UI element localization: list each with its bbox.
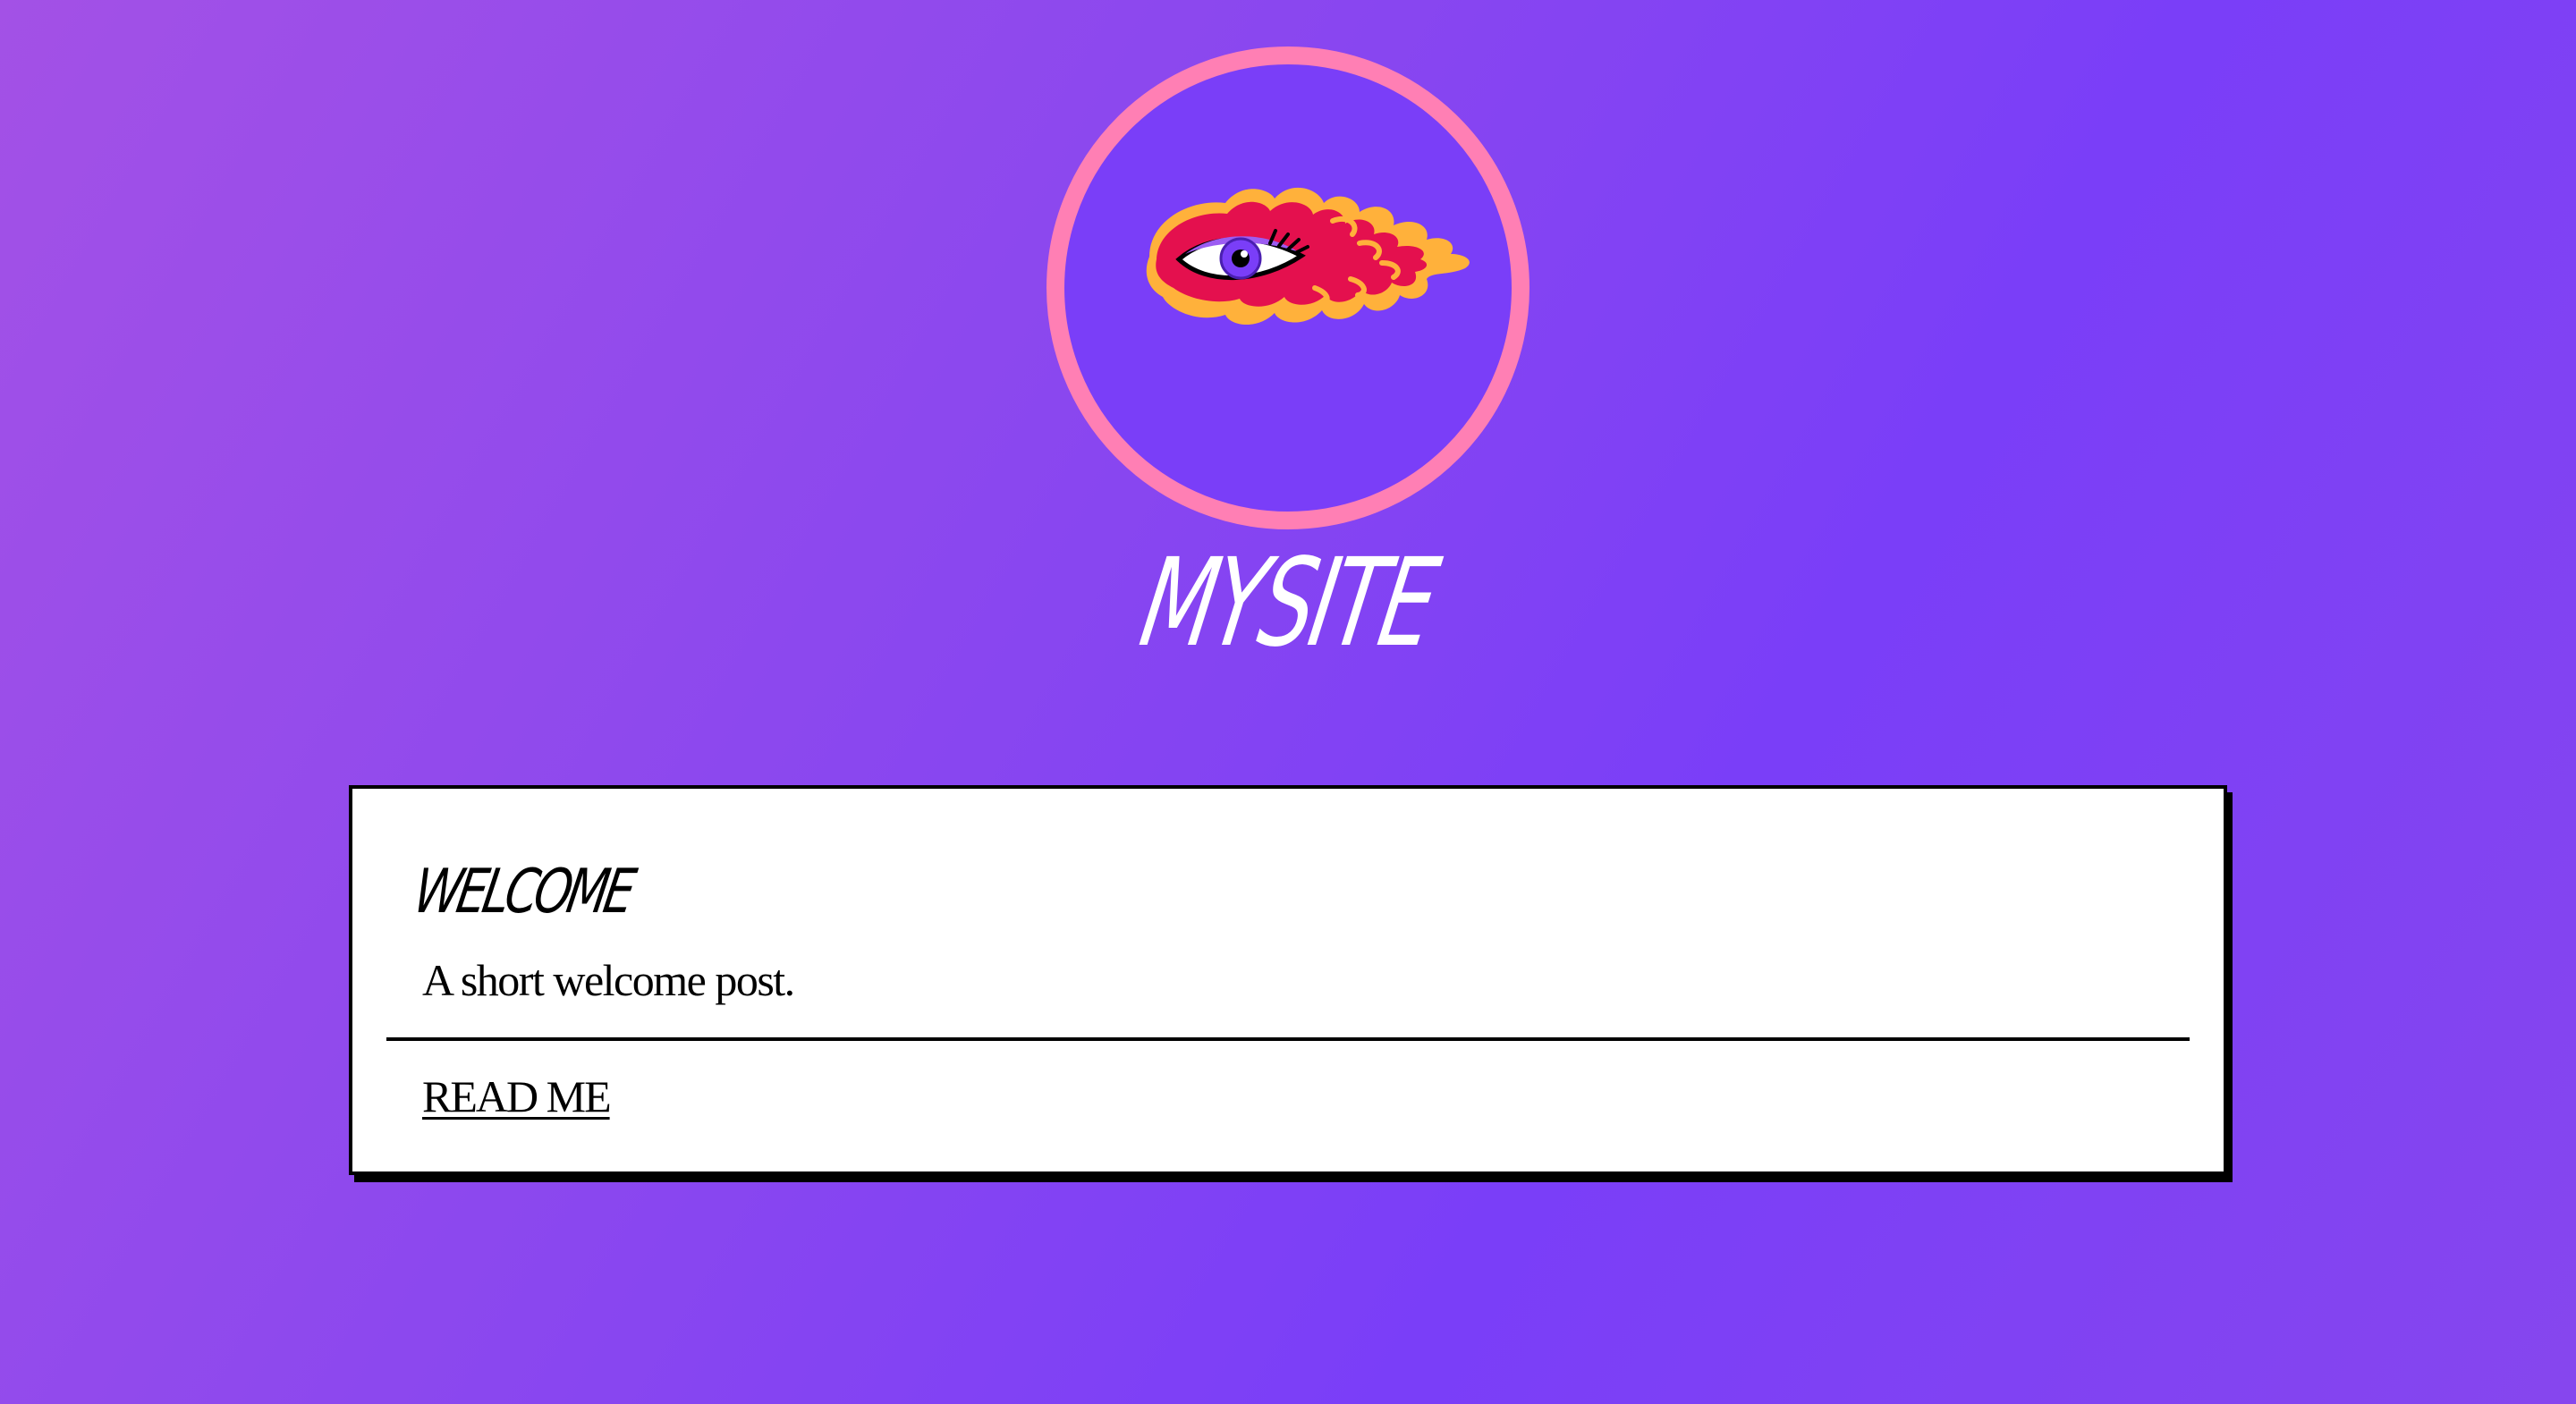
site-logo[interactable] [1046, 47, 1530, 529]
post-excerpt: A short welcome post. [422, 955, 795, 1005]
card-divider [386, 1037, 2190, 1041]
post-title[interactable]: WELCOME [409, 857, 637, 928]
site-title[interactable]: MYSITE [1089, 533, 1487, 674]
post-card: WELCOME A short welcome post. READ ME [349, 785, 2227, 1175]
flaming-eye-icon [1146, 187, 1470, 326]
read-more-link[interactable]: READ ME [422, 1070, 612, 1123]
